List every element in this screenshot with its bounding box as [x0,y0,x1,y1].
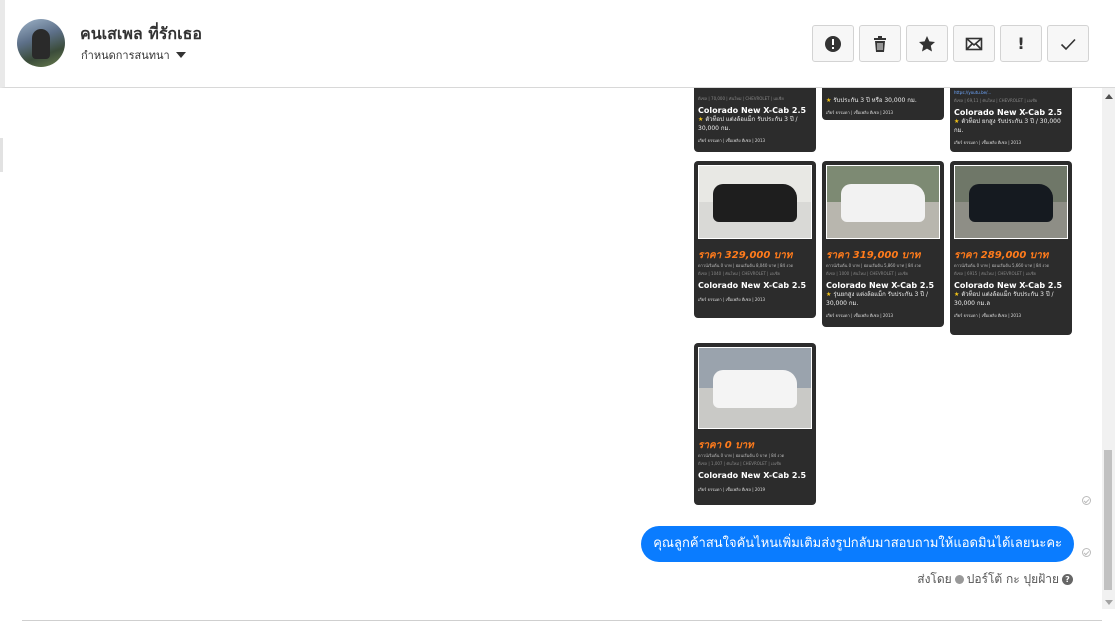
card-price: ราคา 0 บาท [698,440,754,451]
toolbar: ! [812,25,1089,62]
car-photo [698,347,812,429]
delete-button[interactable] [859,25,901,62]
card-spec: ดาวน์เริ่มต้น 0 บาท | ผ่อนเริ่มต้น 8,040… [698,263,794,268]
car-card[interactable]: ราคา 289,000 บาท ดาวน์เริ่มต้น 0 บาท | ผ… [950,161,1072,335]
vertical-scrollbar[interactable] [1102,88,1115,609]
star-icon: ★ [826,97,832,104]
card-note-text: รับประกัน 3 ปี หรือ 30,000 กม. [833,97,917,104]
sent-by-info: ส่งโดย ปอร์โต้ กะ ปุยฝ้าย ? [917,570,1073,589]
card-footer: เกียร์ ธรรมดา | เชื้อเพลิง ดีเซล | 2013 [826,110,894,115]
card-footer: เกียร์ ธรรมดา | เชื้อเพลิง ดีเซล | 2019 [698,487,766,492]
scroll-thumb[interactable] [1104,450,1112,590]
card-price: ราคา 319,000 บาท [826,250,921,261]
card-spec: ดาวน์เริ่มต้น 0 บาท | ผ่อนเริ่มต้น 5,660… [954,263,1050,268]
composer-divider [22,620,1102,621]
mail-icon [965,37,983,50]
star-icon: ★ [826,291,832,298]
card-model: Colorado New X-Cab 2.5 [698,471,807,480]
card-note: ★ ตัวท็อป ยกสูง รับประกัน 3 ปี / 30,000 … [954,117,1068,135]
card-tags: ดีเซล | 69,11 | คันใหม่ | CHEVROLET | เอ… [954,98,1038,103]
check-icon [1060,38,1076,50]
card-footer: เกียร์ ธรรมดา | เชื้อเพลิง ดีเซล | 2013 [954,140,1022,145]
card-note: ★ รุ่นยกสูง แต่งล้อแม็ก รับประกัน 3 ปี /… [826,290,940,308]
card-model: Colorado New X-Cab 2.5 [826,281,935,290]
star-button[interactable] [906,25,948,62]
important-button[interactable]: ! [1000,25,1042,62]
scroll-up-arrow-icon[interactable] [1105,94,1113,99]
left-scroll-marker [0,138,3,172]
sent-by-label: ส่งโดย [917,572,952,586]
card-price: ราคา 289,000 บาท [954,250,1049,261]
card-tags: ดีเซล | 1,007 | คันใหม่ | CHEVROLET | เอ… [698,461,782,466]
car-card[interactable]: ราคา 0 บาท ดาวน์เริ่มต้น 0 บาท | ผ่อนเริ… [694,343,816,505]
alert-circle-icon [825,35,841,52]
card-link: https://youtu.be/... [954,90,992,95]
car-shape [969,184,1053,222]
conversation-header: คนเสเพล ที่รักเธอ กำหนดการสนทนา ! [0,0,1115,88]
card-tags: ดีเซล | 1000 | คันใหม่ | CHEVROLET | เอเ… [826,271,908,276]
card-note: ★ รับประกัน 3 ปี หรือ 30,000 กม. [826,96,940,105]
card-footer: เกียร์ ธรรมดา | เชื้อเพลิง ดีเซล | 2013 [698,297,766,302]
car-shape [841,184,925,222]
mail-button[interactable] [953,25,995,62]
alert-button[interactable] [812,25,854,62]
card-note: ★ ตัวท็อป แต่งล้อแม็ก รับประกัน 3 ปี / 3… [698,115,812,133]
car-shape [713,370,797,408]
contact-name[interactable]: คนเสเพล ที่รักเธอ [80,22,202,47]
help-icon[interactable]: ? [1062,574,1073,585]
sent-status-icon [1082,548,1091,557]
car-card[interactable]: ดีเซล | 70,000 | คันใหม่ | CHEVROLET | เ… [694,88,816,152]
card-spec: ดาวน์เริ่มต้น 0 บาท | ผ่อนเริ่มต้น 5,860… [826,263,922,268]
card-footer: เกียร์ ธรรมดา | เชื้อเพลิง ดีเซล | 2013 [826,313,894,318]
car-card[interactable]: ★ รับประกัน 3 ปี หรือ 30,000 กม. เกียร์ … [822,88,944,120]
car-photo [698,165,812,239]
card-tags: ดีเซล | 70,000 | คันใหม่ | CHEVROLET | เ… [698,96,784,101]
card-model: Colorado New X-Cab 2.5 [954,281,1063,290]
card-spec: ดาวน์เริ่มต้น 0 บาท | ผ่อนเริ่มต้น 0 บาท… [698,453,785,458]
card-note-text: ตัวท็อป แต่งล้อแม็ก รับประกัน 3 ปี / 30,… [954,291,1054,307]
car-card[interactable]: ราคา 329,000 บาท ดาวน์เริ่มต้น 0 บาท | ผ… [694,161,816,318]
assign-conversation-dropdown[interactable]: กำหนดการสนทนา [81,46,186,64]
car-shape [713,184,797,222]
trash-icon [874,35,886,52]
card-note-text: รุ่นยกสูง แต่งล้อแม็ก รับประกัน 3 ปี / 3… [826,291,929,307]
card-note-text: ตัวท็อป แต่งล้อแม็ก รับประกัน 3 ปี / 30,… [698,116,798,132]
scroll-down-arrow-icon[interactable] [1105,600,1113,605]
sender-name[interactable]: ปอร์โต้ กะ ปุยฝ้าย [967,570,1059,589]
car-card[interactable]: https://youtu.be/... ดีเซล | 69,11 | คัน… [950,88,1072,152]
star-icon: ★ [954,118,960,125]
star-icon: ★ [698,116,704,123]
exclamation-icon: ! [1017,34,1025,53]
card-note: ★ ตัวท็อป แต่งล้อแม็ก รับประกัน 3 ปี / 3… [954,290,1068,308]
star-icon [919,35,935,51]
card-price: ราคา 329,000 บาท [698,250,793,261]
card-footer: เกียร์ ธรรมดา | เชื้อเพลิง ดีเซล | 2013 [954,313,1022,318]
message-thread: ดีเซล | 70,000 | คันใหม่ | CHEVROLET | เ… [0,88,1102,621]
card-footer: เกียร์ ธรรมดา | เชื้อเพลิง ดีเซล | 2013 [698,138,766,143]
done-button[interactable] [1047,25,1089,62]
star-icon: ★ [954,291,960,298]
assign-label: กำหนดการสนทนา [81,49,170,62]
seen-status-icon [1082,496,1091,505]
card-note-text: ตัวท็อป ยกสูง รับประกัน 3 ปี / 30,000 กม… [954,118,1061,134]
car-photo [954,165,1068,239]
card-model: Colorado New X-Cab 2.5 [954,108,1063,117]
card-model: Colorado New X-Cab 2.5 [698,106,807,115]
message-bubble[interactable]: คุณลูกค้าสนใจคันไหนเพิ่มเติมส่งรูปกลับมา… [641,526,1074,562]
card-tags: ดีเซล | 1040 | คันใหม่ | CHEVROLET | เอเ… [698,271,780,276]
card-model: Colorado New X-Cab 2.5 [698,281,807,290]
car-photo [826,165,940,239]
car-card[interactable]: ราคา 319,000 บาท ดาวน์เริ่มต้น 0 บาท | ผ… [822,161,944,327]
avatar[interactable] [17,19,65,67]
caret-down-icon [175,52,186,58]
card-tags: ดีเซล | 6915 | คันใหม่ | CHEVROLET | เอเ… [954,271,1036,276]
page-badge-icon [954,575,964,584]
